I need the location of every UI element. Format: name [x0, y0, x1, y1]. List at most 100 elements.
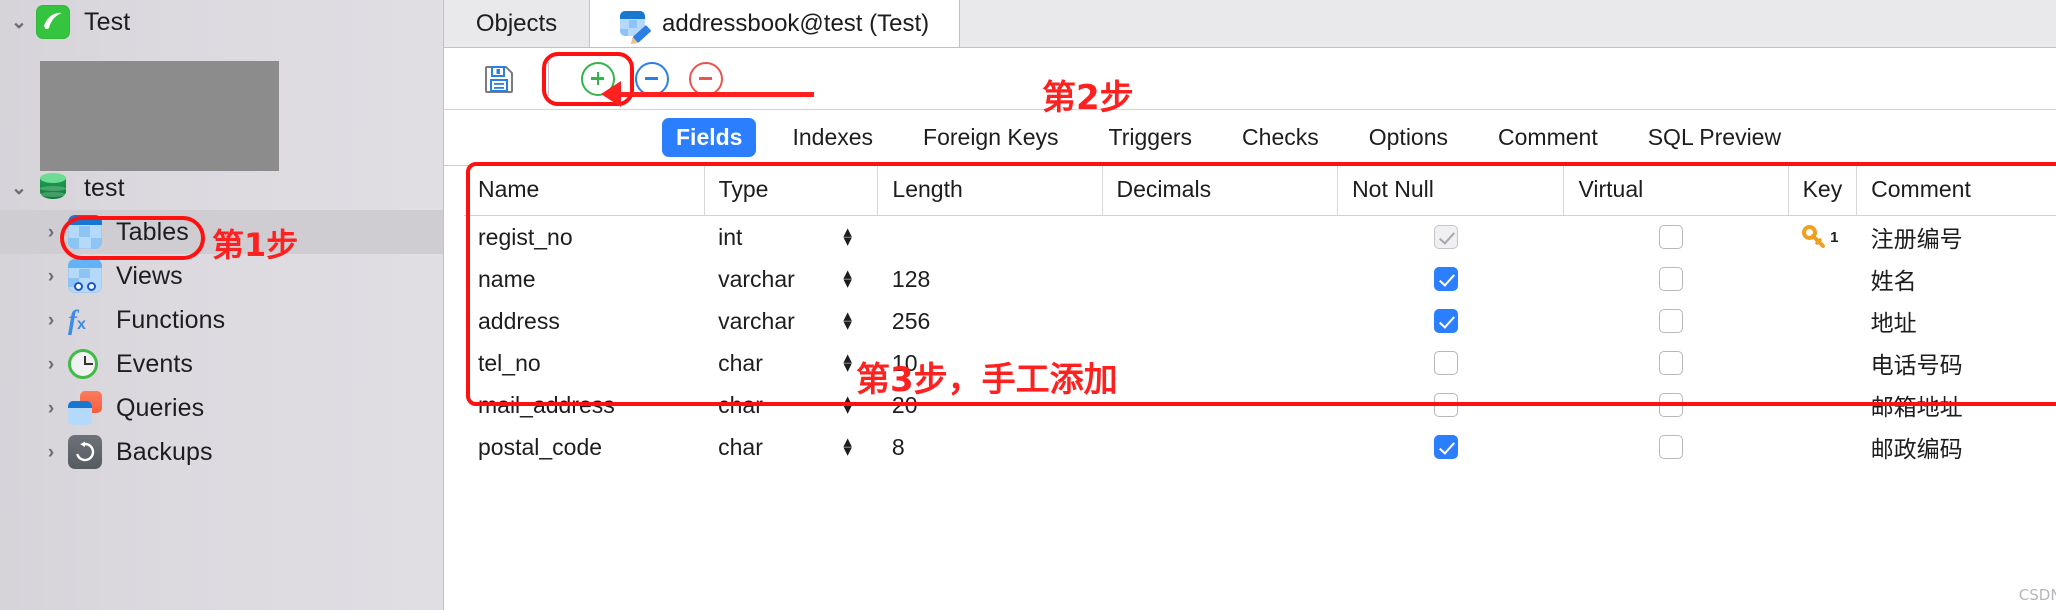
table-row[interactable]: regist_no int ▴ ▾ 1 注册编号 — [464, 216, 2056, 259]
cell-virtual[interactable] — [1564, 300, 1788, 342]
cell-virtual[interactable] — [1564, 342, 1788, 384]
not-null-checkbox[interactable] — [1433, 267, 1458, 291]
not-null-checkbox[interactable] — [1433, 351, 1458, 375]
cell-comment[interactable]: 电话号码 — [1857, 342, 2056, 384]
cell-comment[interactable]: 地址 — [1857, 300, 2056, 342]
cell-field-decimals[interactable] — [1102, 384, 1338, 426]
table-row[interactable]: mail_address char ▴ ▾ 20 邮箱地址 — [464, 384, 2056, 426]
cell-field-type[interactable]: char ▴ ▾ — [704, 342, 878, 384]
cell-key[interactable] — [1788, 426, 1857, 468]
cell-comment[interactable]: 邮箱地址 — [1857, 384, 2056, 426]
cell-field-type[interactable]: varchar ▴ ▾ — [704, 300, 878, 342]
disclosure-open-icon[interactable]: ⌄ — [4, 179, 34, 198]
cell-field-length[interactable]: 8 — [878, 426, 1102, 468]
table-row[interactable]: address varchar ▴ ▾ 256 地址 — [464, 300, 2056, 342]
sidebar-item-queries[interactable]: › Queries — [0, 386, 443, 430]
not-null-checkbox[interactable] — [1433, 435, 1458, 459]
cell-field-length[interactable] — [878, 216, 1102, 259]
cell-not-null[interactable] — [1338, 258, 1564, 300]
sidebar-item-database-test[interactable]: ⌄ test — [0, 166, 443, 210]
cell-field-length[interactable]: 256 — [878, 300, 1102, 342]
cell-virtual[interactable] — [1564, 216, 1788, 259]
disclosure-closed-icon[interactable]: › — [36, 223, 66, 242]
tab-objects[interactable]: Objects — [444, 0, 590, 47]
cell-field-name[interactable]: tel_no — [464, 342, 704, 384]
cell-key[interactable]: 1 — [1788, 216, 1857, 259]
type-stepper-icon[interactable]: ▴ ▾ — [843, 224, 852, 250]
virtual-checkbox[interactable] — [1659, 225, 1683, 249]
cell-field-decimals[interactable] — [1102, 258, 1338, 300]
cell-field-type[interactable]: char ▴ ▾ — [704, 426, 878, 468]
cell-field-name[interactable]: address — [464, 300, 704, 342]
column-header-decimals[interactable]: Decimals — [1102, 166, 1339, 216]
cell-not-null[interactable] — [1338, 300, 1564, 342]
type-stepper-icon[interactable]: ▴ ▾ — [843, 434, 852, 460]
cell-field-name[interactable]: mail_address — [464, 384, 704, 426]
tab-sql-preview[interactable]: SQL Preview — [1634, 118, 1795, 157]
sidebar-item-backups[interactable]: › Backups — [0, 430, 443, 474]
cell-field-decimals[interactable] — [1102, 342, 1338, 384]
cell-key[interactable] — [1788, 258, 1857, 300]
cell-field-type[interactable]: char ▴ ▾ — [704, 384, 878, 426]
cell-comment[interactable]: 邮政编码 — [1857, 426, 2056, 468]
tab-comment[interactable]: Comment — [1484, 118, 1612, 157]
sidebar-item-functions[interactable]: › fx Functions — [0, 298, 443, 342]
type-stepper-icon[interactable]: ▴ ▾ — [843, 308, 852, 334]
type-stepper-icon[interactable]: ▴ ▾ — [843, 266, 852, 292]
tab-foreign-keys[interactable]: Foreign Keys — [909, 118, 1073, 157]
column-header-not-null[interactable]: Not Null — [1337, 166, 1565, 216]
virtual-checkbox[interactable] — [1659, 393, 1683, 417]
cell-field-decimals[interactable] — [1102, 426, 1338, 468]
tab-indexes[interactable]: Indexes — [778, 118, 887, 157]
cell-virtual[interactable] — [1564, 426, 1788, 468]
type-stepper-icon[interactable]: ▴ ▾ — [843, 392, 852, 418]
cell-field-name[interactable]: name — [464, 258, 704, 300]
cell-not-null[interactable] — [1338, 384, 1564, 426]
cell-not-null[interactable] — [1338, 342, 1564, 384]
column-header-name[interactable]: Name — [464, 166, 705, 216]
cell-field-length[interactable]: 128 — [878, 258, 1102, 300]
cell-not-null[interactable] — [1338, 216, 1564, 259]
virtual-checkbox[interactable] — [1659, 435, 1683, 459]
cell-comment[interactable]: 姓名 — [1857, 258, 2056, 300]
virtual-checkbox[interactable] — [1659, 351, 1683, 375]
not-null-checkbox[interactable] — [1433, 225, 1458, 249]
cell-field-name[interactable]: regist_no — [464, 216, 704, 259]
sidebar-item-connection-test[interactable]: ⌄ Test — [0, 0, 443, 44]
cell-field-type[interactable]: int ▴ ▾ — [704, 216, 878, 259]
disclosure-closed-icon[interactable]: › — [36, 399, 66, 418]
table-row[interactable]: tel_no char ▴ ▾ 10 电话号码 — [464, 342, 2056, 384]
not-null-checkbox[interactable] — [1433, 393, 1458, 417]
cell-key[interactable] — [1788, 300, 1857, 342]
tab-checks[interactable]: Checks — [1228, 118, 1333, 157]
cell-comment[interactable]: 注册编号 — [1857, 216, 2056, 259]
tab-options[interactable]: Options — [1355, 118, 1462, 157]
disclosure-open-icon[interactable]: ⌄ — [4, 13, 34, 32]
virtual-checkbox[interactable] — [1659, 267, 1683, 291]
column-header-type[interactable]: Type — [704, 166, 879, 216]
cell-field-type[interactable]: varchar ▴ ▾ — [704, 258, 878, 300]
cell-field-decimals[interactable] — [1102, 300, 1338, 342]
tab-triggers[interactable]: Triggers — [1095, 118, 1207, 157]
cell-field-decimals[interactable] — [1102, 216, 1338, 259]
virtual-checkbox[interactable] — [1659, 309, 1683, 333]
save-button[interactable] — [472, 57, 526, 101]
disclosure-closed-icon[interactable]: › — [36, 311, 66, 330]
column-header-length[interactable]: Length — [877, 166, 1103, 216]
disclosure-closed-icon[interactable]: › — [36, 267, 66, 286]
sidebar-item-events[interactable]: › Events — [0, 342, 443, 386]
cell-virtual[interactable] — [1564, 258, 1788, 300]
column-header-comment[interactable]: Comment — [1856, 166, 2056, 216]
tab-fields[interactable]: Fields — [662, 118, 757, 157]
table-row[interactable]: postal_code char ▴ ▾ 8 邮政编码 — [464, 426, 2056, 468]
type-stepper-icon[interactable]: ▴ ▾ — [843, 350, 852, 376]
tab-addressbook[interactable]: addressbook@test (Test) — [590, 0, 961, 47]
disclosure-closed-icon[interactable]: › — [36, 443, 66, 462]
not-null-checkbox[interactable] — [1433, 309, 1458, 333]
cell-field-name[interactable]: postal_code — [464, 426, 704, 468]
cell-key[interactable] — [1788, 384, 1857, 426]
column-header-key[interactable]: Key — [1788, 166, 1858, 216]
table-row[interactable]: name varchar ▴ ▾ 128 姓名 — [464, 258, 2056, 300]
cell-key[interactable] — [1788, 342, 1857, 384]
cell-not-null[interactable] — [1338, 426, 1564, 468]
